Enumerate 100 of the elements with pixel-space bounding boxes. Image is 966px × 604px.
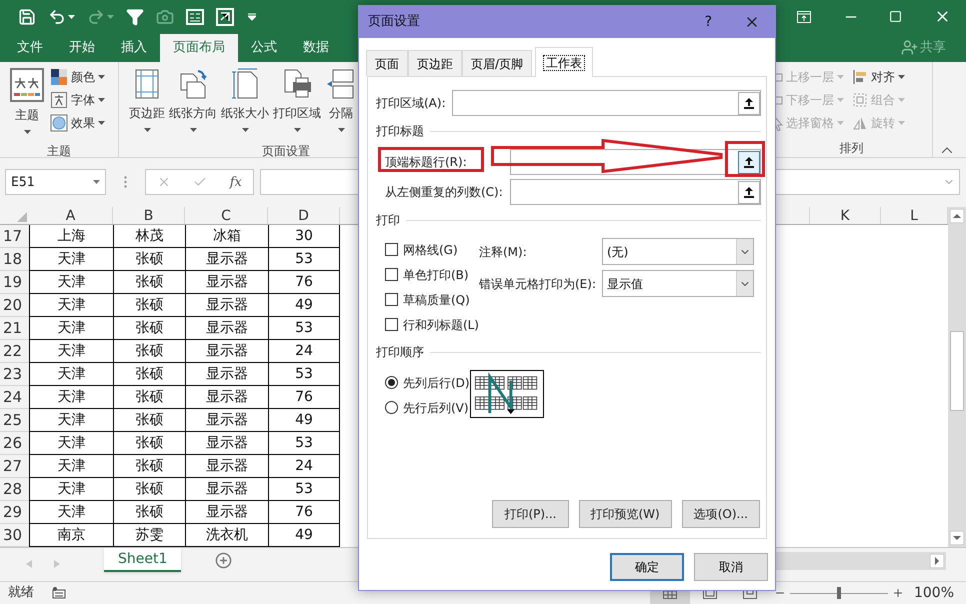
dialog-tab[interactable]: 页边距 (408, 50, 462, 76)
row-header[interactable]: 18 (0, 248, 29, 272)
row-header[interactable]: 28 (0, 478, 29, 502)
dialog-button[interactable]: 打印(P)... (492, 500, 568, 528)
zoom-slider[interactable] (790, 586, 888, 600)
add-sheet-icon[interactable] (215, 552, 232, 570)
caret-icon (98, 75, 105, 80)
caret-icon (294, 128, 300, 132)
collapse-ribbon-icon[interactable] (942, 146, 952, 153)
row-header[interactable]: 26 (0, 432, 29, 456)
checkbox[interactable]: 单色打印(B) (385, 262, 479, 287)
vertical-scrollbar[interactable] (948, 207, 966, 548)
dialog-button[interactable]: 取消 (694, 553, 768, 581)
sheet-tab[interactable]: Sheet1 (104, 548, 182, 572)
scroll-up-icon[interactable] (950, 209, 964, 224)
status-text: 就绪 (8, 584, 34, 602)
zoom-slider-thumb[interactable] (836, 587, 841, 599)
table-cell: 显示器 (185, 478, 268, 502)
table-cell: 天津 (29, 478, 113, 502)
filter-icon[interactable] (126, 8, 144, 26)
dialog-button[interactable]: 选项(O)... (682, 500, 760, 528)
name-box[interactable]: E51 (5, 169, 106, 196)
scroll-right-icon[interactable] (930, 554, 944, 568)
dialog-button[interactable]: 打印预览(W) (578, 500, 672, 528)
row-header[interactable]: 19 (0, 271, 29, 294)
row-header[interactable]: 20 (0, 294, 29, 318)
ribbon-button[interactable]: 分隔 (325, 62, 357, 142)
caret-icon (837, 121, 844, 126)
ribbon-button[interactable]: 对齐 (850, 66, 907, 89)
help-button[interactable]: ? (704, 12, 712, 32)
column-header[interactable]: A (29, 207, 113, 224)
zoom-in-icon[interactable] (892, 587, 904, 599)
ribbon-button[interactable]: 打印区域 (273, 62, 321, 142)
table-cell: 显示器 (185, 271, 268, 294)
row-header[interactable]: 21 (0, 317, 29, 340)
ribbon-button[interactable]: 主题 (10, 62, 44, 142)
column-header[interactable]: B (113, 207, 185, 224)
scroll-down-icon[interactable] (950, 531, 964, 546)
insert-function-button[interactable]: fx (230, 172, 242, 192)
dropdown[interactable]: 显示值 (602, 270, 754, 297)
row-header[interactable]: 25 (0, 409, 29, 432)
row-header[interactable]: 23 (0, 363, 29, 386)
maximize-icon[interactable] (889, 10, 902, 24)
ribbon-button[interactable]: 颜色 (48, 66, 107, 89)
color-swatch-icon (50, 68, 68, 86)
row-header[interactable]: 24 (0, 386, 29, 410)
table-cell: 天津 (29, 501, 113, 524)
save-icon[interactable] (18, 8, 36, 26)
table-cell: 上海 (29, 225, 113, 248)
row-header[interactable]: 30 (0, 524, 29, 548)
dialog-tab[interactable]: 页面 (366, 50, 408, 76)
macro-record-icon[interactable] (52, 587, 66, 599)
checkbox[interactable]: 草稿质量(Q) (385, 287, 479, 312)
customize-icon[interactable] (248, 12, 256, 21)
ribbon-button[interactable]: 效果 (48, 112, 107, 135)
dialog-button[interactable]: 确定 (610, 553, 684, 581)
field-label: 错误单元格打印为(E): (479, 276, 597, 292)
dialog-tab[interactable]: 工作表 (535, 47, 594, 77)
ribbon-tab[interactable]: 文件 (4, 34, 56, 62)
table-cell: 天津 (29, 409, 113, 432)
column-header[interactable]: D (268, 207, 340, 224)
pivot-icon[interactable] (216, 8, 234, 26)
dialog-tab[interactable]: 页眉/页脚 (462, 50, 532, 76)
ribbon-tab[interactable]: 公式 (238, 34, 290, 62)
ribbon-button[interactable]: 字体 (48, 88, 107, 112)
ribbon-button[interactable]: 纸张大小 (221, 62, 269, 142)
ribbon-button[interactable]: 页边距 (129, 62, 165, 142)
table-cell: 天津 (29, 455, 113, 478)
scroll-thumb[interactable] (950, 331, 964, 412)
caret-icon (24, 130, 30, 134)
collapse-dialog-button[interactable] (738, 92, 760, 114)
collapse-dialog-button[interactable] (738, 180, 760, 204)
column-header[interactable]: K (809, 207, 881, 224)
radio-button[interactable]: 先行后列(V) (385, 395, 470, 420)
table-cell: 天津 (29, 271, 113, 294)
checkbox[interactable]: 网格线(G) (385, 237, 479, 262)
row-header[interactable]: 27 (0, 455, 29, 478)
form-icon[interactable] (186, 8, 204, 25)
row-header[interactable]: 29 (0, 501, 29, 524)
column-header[interactable]: C (185, 207, 268, 224)
collapse-dialog-button[interactable] (738, 150, 760, 174)
text-field[interactable] (510, 179, 761, 205)
checkbox[interactable]: 行和列标题(L) (385, 312, 479, 337)
ribbon-tab[interactable]: 开始 (56, 34, 108, 62)
ribbon-tab[interactable]: 页面布局 (160, 34, 238, 62)
ribbon-button[interactable]: 纸张方向 (169, 62, 217, 142)
dropdown[interactable]: (无) (602, 238, 754, 265)
ribbon-tab[interactable]: 数据 (290, 34, 342, 62)
field-label: 从左侧重复的列数(C): (385, 185, 503, 199)
ribbon-display-icon[interactable] (797, 10, 811, 23)
zoom-level: 100% (914, 584, 954, 602)
row-header[interactable]: 17 (0, 225, 29, 248)
caret-icon (190, 128, 196, 132)
table-cell: 24 (268, 455, 340, 478)
row-header[interactable]: 22 (0, 340, 29, 364)
ribbon-tab[interactable]: 插入 (108, 34, 160, 62)
radio-button[interactable]: 先列后行(D) (385, 370, 470, 395)
undo-icon[interactable] (48, 8, 66, 26)
table-cell: 显示器 (185, 294, 268, 318)
text-field[interactable] (452, 90, 761, 116)
